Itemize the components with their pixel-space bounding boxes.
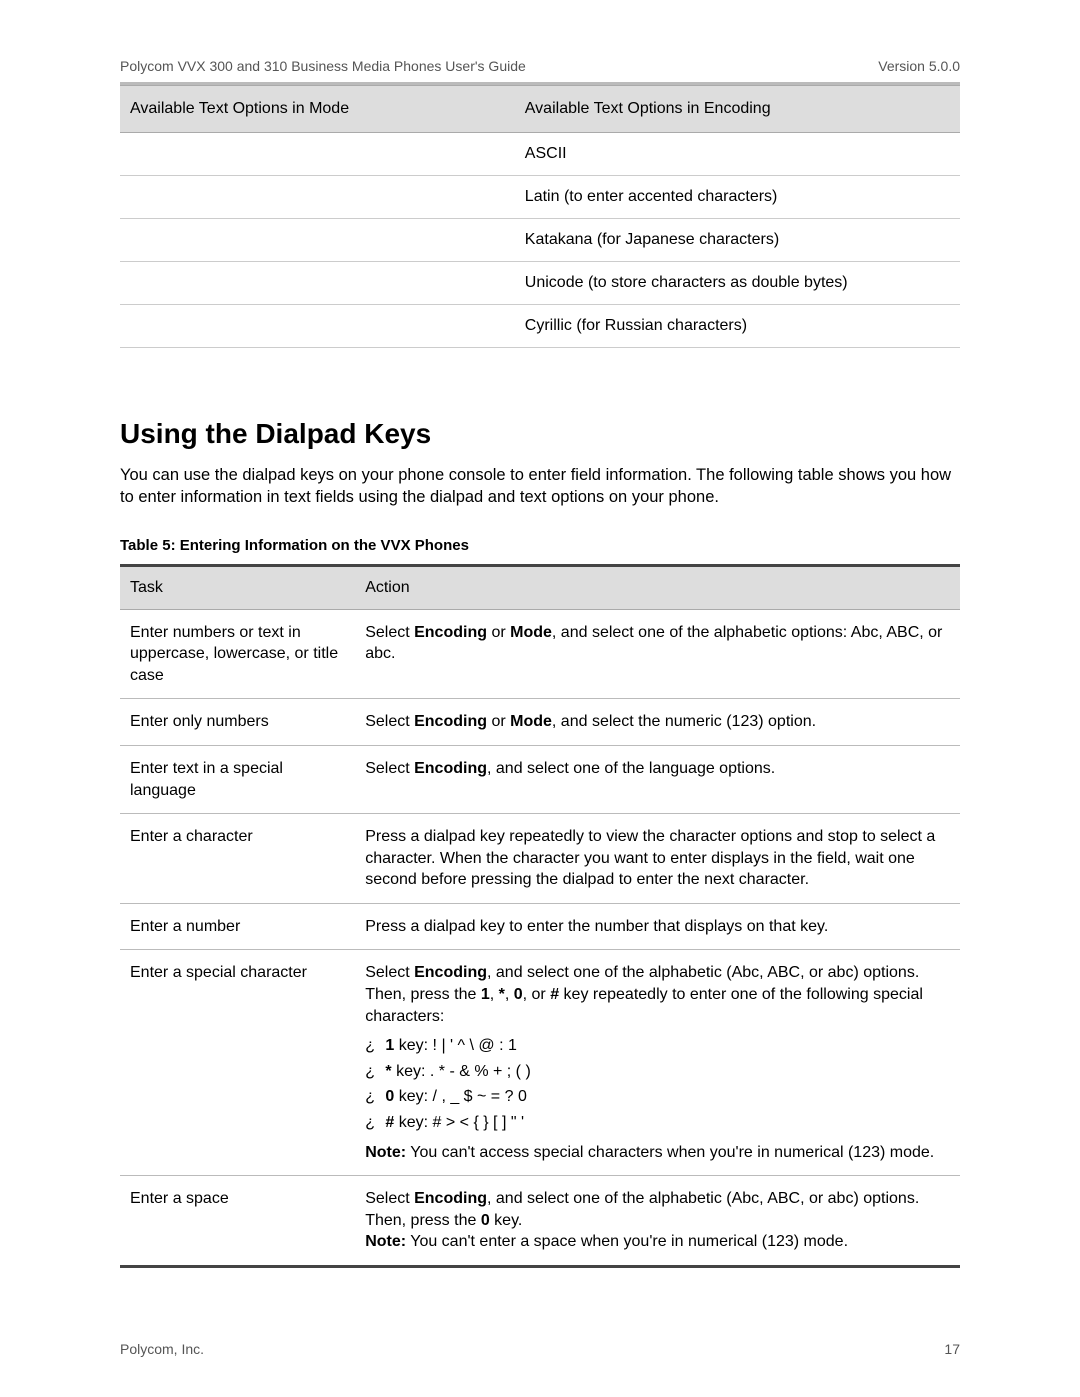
- options-enc-cell: Cyrillic (for Russian characters): [515, 305, 960, 348]
- options-mode-cell: [120, 176, 515, 219]
- table-row: Unicode (to store characters as double b…: [120, 262, 960, 305]
- table-caption: Table 5: Entering Information on the VVX…: [120, 537, 960, 554]
- task-cell: Enter text in a special language: [120, 745, 355, 813]
- table-row: Enter a character Press a dialpad key re…: [120, 814, 960, 904]
- task-header-action: Action: [355, 565, 960, 609]
- section-heading: Using the Dialpad Keys: [120, 418, 960, 450]
- table-row: Enter a space Select Encoding, and selec…: [120, 1176, 960, 1267]
- options-header-encoding: Available Text Options in Encoding: [515, 86, 960, 133]
- task-cell: Enter a number: [120, 903, 355, 950]
- text-options-table: Available Text Options in Mode Available…: [120, 85, 960, 348]
- list-item: # key: # > < { } [ ] " ': [387, 1110, 950, 1136]
- table-row: Cyrillic (for Russian characters): [120, 305, 960, 348]
- task-cell: Enter numbers or text in uppercase, lowe…: [120, 609, 355, 699]
- options-enc-cell: Latin (to enter accented characters): [515, 176, 960, 219]
- task-header-task: Task: [120, 565, 355, 609]
- table-row: Enter numbers or text in uppercase, lowe…: [120, 609, 960, 699]
- table-row: ASCII: [120, 133, 960, 176]
- action-cell: Select Encoding, and select one of the a…: [355, 950, 960, 1176]
- task-cell: Enter a special character: [120, 950, 355, 1176]
- page-header: Polycom VVX 300 and 310 Business Media P…: [120, 58, 960, 78]
- special-char-list: 1 key: ! | ' ^ \ @ : 1 * key: . * - & % …: [365, 1033, 950, 1135]
- task-table: Task Action Enter numbers or text in upp…: [120, 564, 960, 1268]
- footer-company: Polycom, Inc.: [120, 1341, 204, 1357]
- action-cell: Press a dialpad key to enter the number …: [355, 903, 960, 950]
- table-row: Enter a number Press a dialpad key to en…: [120, 903, 960, 950]
- section-intro: You can use the dialpad keys on your pho…: [120, 464, 960, 509]
- list-item: * key: . * - & % + ; ( ): [387, 1059, 950, 1085]
- options-header-mode: Available Text Options in Mode: [120, 86, 515, 133]
- table-row: Enter text in a special language Select …: [120, 745, 960, 813]
- footer-page: 17: [944, 1341, 960, 1357]
- list-item: 1 key: ! | ' ^ \ @ : 1: [387, 1033, 950, 1059]
- task-cell: Enter only numbers: [120, 699, 355, 746]
- options-enc-cell: ASCII: [515, 133, 960, 176]
- action-cell: Press a dialpad key repeatedly to view t…: [355, 814, 960, 904]
- doc-title: Polycom VVX 300 and 310 Business Media P…: [120, 58, 526, 74]
- task-cell: Enter a character: [120, 814, 355, 904]
- table-row: Katakana (for Japanese characters): [120, 219, 960, 262]
- doc-version: Version 5.0.0: [878, 58, 960, 74]
- action-cell: Select Encoding, and select one of the a…: [355, 1176, 960, 1267]
- options-enc-cell: Unicode (to store characters as double b…: [515, 262, 960, 305]
- task-cell: Enter a space: [120, 1176, 355, 1267]
- options-enc-cell: Katakana (for Japanese characters): [515, 219, 960, 262]
- table-row: Enter only numbers Select Encoding or Mo…: [120, 699, 960, 746]
- table-row: Enter a special character Select Encodin…: [120, 950, 960, 1176]
- options-mode-cell: [120, 262, 515, 305]
- list-item: 0 key: / , _ $ ~ = ? 0: [387, 1084, 950, 1110]
- options-mode-cell: [120, 305, 515, 348]
- table-row: Latin (to enter accented characters): [120, 176, 960, 219]
- page-footer: Polycom, Inc. 17: [120, 1341, 960, 1357]
- action-cell: Select Encoding, and select one of the l…: [355, 745, 960, 813]
- options-mode-cell: [120, 133, 515, 176]
- action-cell: Select Encoding or Mode, and select one …: [355, 609, 960, 699]
- options-mode-cell: [120, 219, 515, 262]
- action-cell: Select Encoding or Mode, and select the …: [355, 699, 960, 746]
